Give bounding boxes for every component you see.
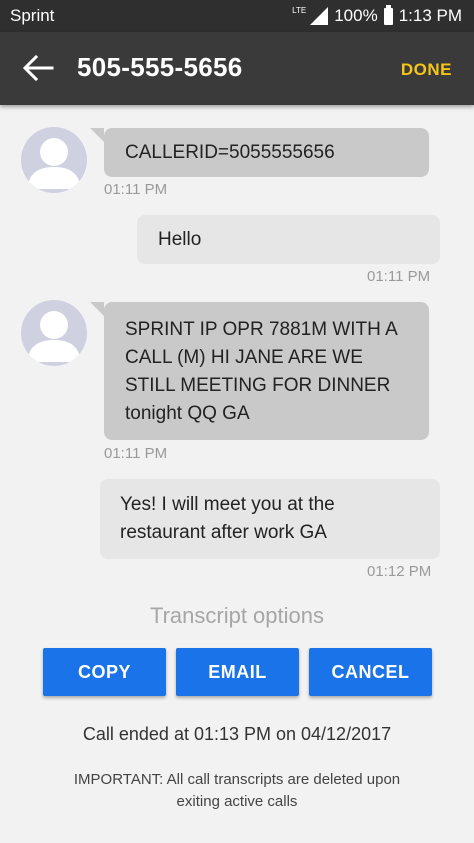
message-time: 01:11 PM — [367, 268, 431, 285]
message-time: 01:11 PM — [104, 445, 168, 462]
cancel-button[interactable]: CANCEL — [309, 648, 432, 696]
back-arrow-icon[interactable] — [22, 52, 54, 84]
app-bar: 505-555-5656 DONE — [0, 32, 474, 105]
outgoing-message-bubble: Hello — [137, 215, 440, 264]
outgoing-message-bubble: Yes! I will meet you at the restaurant a… — [100, 479, 440, 559]
transcript-options-title: Transcript options — [149, 603, 325, 628]
status-bar: Sprint LTE 100% 1:13 PM — [0, 0, 474, 32]
carrier-name: Sprint — [10, 6, 55, 25]
status-icons: LTE 100% 1:13 PM — [292, 4, 462, 26]
important-note: IMPORTANT: All call transcripts are dele… — [73, 771, 401, 810]
call-ended-text: Call ended at 01:13 PM on 04/12/2017 — [82, 724, 392, 744]
person-icon — [27, 311, 81, 362]
message-time: 01:11 PM — [104, 181, 168, 198]
done-button[interactable]: DONE — [401, 60, 452, 80]
email-button[interactable]: EMAIL — [176, 648, 299, 696]
network-type: LTE — [292, 5, 307, 15]
incoming-message-bubble: SPRINT IP OPR 7881M WITH A CALL (M) HI J… — [90, 302, 429, 440]
message-text: Hello — [158, 229, 202, 250]
battery-percent: 100% — [334, 6, 378, 25]
phone-number-title: 505-555-5656 — [77, 52, 243, 82]
status-time: 1:13 PM — [398, 6, 462, 25]
contact-avatar — [21, 127, 87, 193]
contact-avatar — [21, 300, 87, 366]
signal-icon — [310, 7, 329, 25]
message-time: 01:12 PM — [367, 563, 432, 580]
copy-button[interactable]: COPY — [43, 648, 166, 696]
message-text: SPRINT IP OPR 7881M WITH A CALL (M) HI J… — [125, 319, 397, 424]
message-text: CALLERID=5055555656 — [125, 142, 335, 163]
incoming-message-bubble: CALLERID=5055555656 — [90, 128, 429, 177]
message-text: Yes! I will meet you at the restaurant a… — [120, 494, 335, 543]
person-icon — [27, 138, 81, 189]
battery-icon — [383, 4, 393, 25]
